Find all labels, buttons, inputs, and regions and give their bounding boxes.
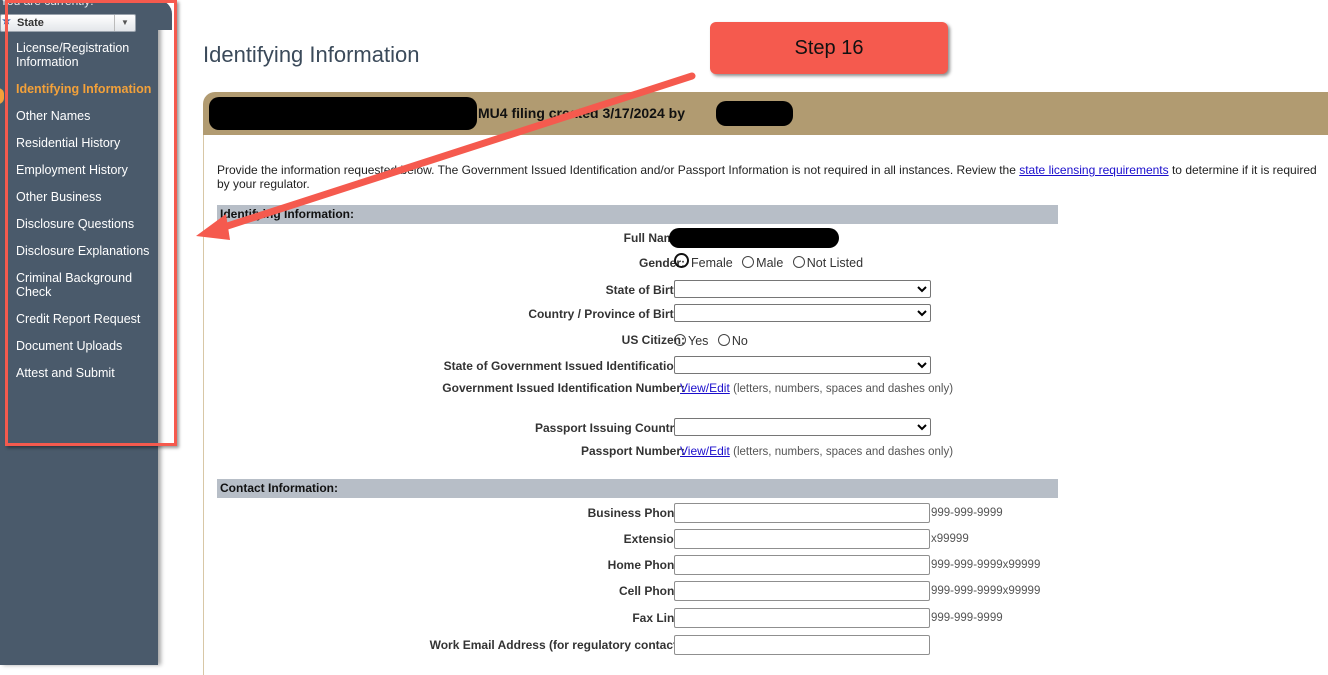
sidebar-curve xyxy=(158,0,172,30)
star-icon: ★ xyxy=(2,16,11,27)
active-indicator xyxy=(0,88,4,104)
sidebar-item-identifying-information[interactable]: Identifying Information xyxy=(16,82,156,96)
work-email-label: Work Email Address (for regulatory conta… xyxy=(429,638,685,652)
business-phone-label: Business Phone: xyxy=(587,506,685,520)
passport-country-select[interactable] xyxy=(674,418,931,436)
sidebar-item-other-names[interactable]: Other Names xyxy=(16,109,156,123)
sidebar-item-other-business[interactable]: Other Business xyxy=(16,190,156,204)
full-name-row: Full Name: xyxy=(217,228,1317,250)
sidebar-item-attest-and-submit[interactable]: Attest and Submit xyxy=(16,366,156,380)
state-licensing-requirements-link[interactable]: state licensing requirements xyxy=(1019,163,1168,177)
intro-text: Provide the information requested below.… xyxy=(217,163,1327,191)
us-citizen-no-label: No xyxy=(731,334,748,348)
filing-header-bar: MU4 filing created 3/17/2024 by xyxy=(203,92,1328,135)
gender-male-radio[interactable] xyxy=(742,256,755,268)
fax-line-hint: 999-999-9999 xyxy=(931,612,1003,624)
gender-male-label: Male xyxy=(756,256,784,270)
fax-line-input[interactable] xyxy=(674,608,930,628)
sidebar-item-criminal-background-check[interactable]: Criminal Background Check xyxy=(16,271,156,299)
business-phone-input[interactable] xyxy=(674,503,930,523)
country-of-birth-row: Country / Province of Birth: xyxy=(217,304,1317,326)
gov-id-view-edit-link[interactable]: View/Edit xyxy=(680,381,730,395)
gender-female-radio[interactable] xyxy=(674,253,689,268)
us-citizen-row: US Citizen: Yes No xyxy=(217,330,1317,352)
sidebar-item-residential-history[interactable]: Residential History xyxy=(16,136,156,150)
sidebar-item-disclosure-explanations[interactable]: Disclosure Explanations xyxy=(16,244,156,258)
sidebar-nav: You are currently: ★ State ▼ License/Reg… xyxy=(0,0,172,665)
cell-phone-row: Cell Phone: 999-999-9999x99999 xyxy=(217,581,1317,603)
gov-id-state-row: State of Government Issued Identificatio… xyxy=(217,356,1317,378)
extension-hint: x99999 xyxy=(931,533,969,545)
country-of-birth-label: Country / Province of Birth: xyxy=(528,307,685,321)
current-location-label: You are currently: xyxy=(0,0,94,8)
passport-view-edit-link[interactable]: View/Edit xyxy=(680,444,730,458)
gov-id-hint: (letters, numbers, spaces and dashes onl… xyxy=(733,383,954,395)
home-phone-input[interactable] xyxy=(674,555,930,575)
fax-line-row: Fax Line: 999-999-9999 xyxy=(217,608,1317,630)
business-phone-hint: 999-999-9999 xyxy=(931,507,1003,519)
state-selector[interactable]: ★ State ▼ xyxy=(0,14,136,32)
passport-country-row: Passport Issuing Country: xyxy=(217,418,1317,440)
chevron-down-icon[interactable]: ▼ xyxy=(114,15,135,31)
us-citizen-yes-label: Yes xyxy=(688,334,709,348)
gender-radio-group: Female Male Not Listed xyxy=(674,253,869,270)
state-of-birth-select[interactable] xyxy=(674,280,931,298)
passport-number-row: Passport Number: View/Edit (letters, num… xyxy=(217,441,1317,463)
contact-information-header: Contact Information: xyxy=(217,479,1058,498)
page-title: Identifying Information xyxy=(203,42,420,67)
gender-row: Gender: Female Male Not Listed xyxy=(217,253,1317,275)
passport-hint: (letters, numbers, spaces and dashes onl… xyxy=(733,446,954,458)
step-callout: Step 16 xyxy=(710,22,948,74)
gov-id-state-select[interactable] xyxy=(674,356,931,374)
extension-input[interactable] xyxy=(674,529,930,549)
country-of-birth-select[interactable] xyxy=(674,304,931,322)
business-phone-row: Business Phone: 999-999-9999 xyxy=(217,503,1317,525)
extension-row: Extension: x99999 xyxy=(217,529,1317,551)
gender-not-listed-radio[interactable] xyxy=(792,256,805,268)
gender-female-label: Female xyxy=(691,256,733,270)
us-citizen-no-radio[interactable] xyxy=(717,334,730,346)
home-phone-row: Home Phone: 999-999-9999x99999 xyxy=(217,555,1317,577)
redacted-full-name xyxy=(669,228,839,248)
intro-text-before: Provide the information requested below.… xyxy=(217,163,1020,177)
cell-phone-hint: 999-999-9999x99999 xyxy=(931,585,1041,597)
sidebar-item-employment-history[interactable]: Employment History xyxy=(16,163,156,177)
us-citizen-radio-group: Yes No xyxy=(674,334,754,348)
work-email-row: Work Email Address (for regulatory conta… xyxy=(217,635,1317,657)
passport-number-label: Passport Number: xyxy=(580,444,685,458)
redacted-creator xyxy=(716,101,793,126)
work-email-input[interactable] xyxy=(674,635,930,655)
filing-created-text: MU4 filing created 3/17/2024 by xyxy=(478,105,685,121)
gov-id-number-row: Government Issued Identification Number:… xyxy=(217,378,1317,400)
gov-id-number-label: Government Issued Identification Number: xyxy=(442,381,685,395)
sidebar-item-license-registration[interactable]: License/Registration Information xyxy=(16,41,156,69)
passport-country-label: Passport Issuing Country: xyxy=(534,421,685,435)
sidebar-item-disclosure-questions[interactable]: Disclosure Questions xyxy=(16,217,156,231)
cell-phone-input[interactable] xyxy=(674,581,930,601)
redacted-name xyxy=(209,97,477,130)
gov-id-state-label: State of Government Issued Identificatio… xyxy=(443,359,685,373)
sidebar-item-document-uploads[interactable]: Document Uploads xyxy=(16,339,156,353)
gender-not-listed-label: Not Listed xyxy=(806,256,864,270)
state-selector-value: State xyxy=(17,17,44,29)
home-phone-hint: 999-999-9999x99999 xyxy=(931,559,1041,571)
state-of-birth-row: State of Birth: xyxy=(217,280,1317,302)
sidebar-menu: License/Registration Information Identif… xyxy=(16,41,156,393)
sidebar-item-credit-report-request[interactable]: Credit Report Request xyxy=(16,312,156,326)
us-citizen-yes-radio[interactable] xyxy=(674,334,686,346)
identifying-information-header: Identifying Information: xyxy=(217,205,1058,224)
